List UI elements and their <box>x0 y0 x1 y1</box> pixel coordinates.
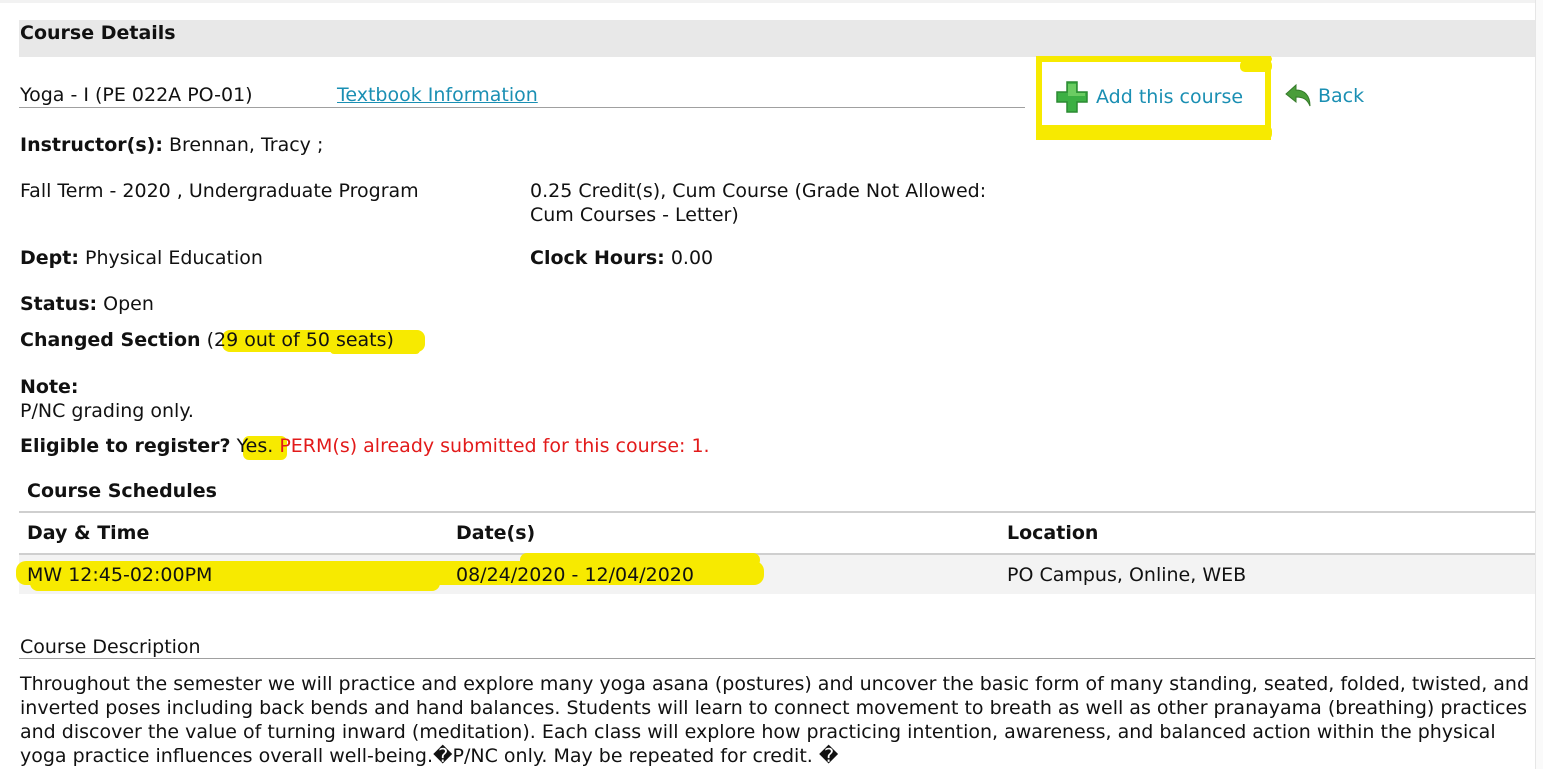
schedule-day-time: MW 12:45-02:00PM <box>27 564 213 586</box>
eligible-period: . <box>267 435 274 457</box>
dept-line: Dept: Physical Education <box>20 247 263 269</box>
paren-open: ( <box>206 329 214 351</box>
column-header-location: Location <box>1007 522 1099 544</box>
clock-hours-label: Clock Hours: <box>530 247 665 269</box>
instructor-value: Brennan, Tracy ; <box>168 134 324 156</box>
clock-hours-line: Clock Hours: 0.00 <box>530 247 713 269</box>
perm-warning: PERM(s) already submitted for this cours… <box>279 435 710 457</box>
changed-section-line: Changed Section (29 out of 50 seats) <box>20 329 394 351</box>
eligible-value: Yes <box>236 435 268 457</box>
column-header-day-time: Day & Time <box>27 522 150 544</box>
highlight-stroke-bottom <box>1036 125 1272 140</box>
status-label: Status: <box>20 293 98 315</box>
textbook-information-link[interactable]: Textbook Information <box>337 84 538 106</box>
back-label[interactable]: Back <box>1318 85 1364 107</box>
schedules-top-rule <box>19 511 1535 513</box>
eligible-line: Eligible to register? Yes. PERM(s) alrea… <box>20 435 710 457</box>
course-title: Yoga - I (PE 022A PO-01) <box>20 84 253 106</box>
column-header-dates: Date(s) <box>456 522 536 544</box>
note-label: Note: <box>20 376 79 398</box>
clock-hours-value: 0.00 <box>670 247 714 269</box>
schedules-title: Course Schedules <box>27 480 217 502</box>
course-details-header <box>19 20 1535 57</box>
changed-section-label: Changed Section <box>20 329 201 351</box>
add-course-button[interactable]: Add this course <box>1055 80 1243 114</box>
dept-label: Dept: <box>20 247 79 269</box>
instructor-label: Instructor(s): <box>20 134 163 156</box>
instructor-line: Instructor(s): Brennan, Tracy ; <box>20 134 323 156</box>
status-line: Status: Open <box>20 293 154 315</box>
credits-line-1: 0.25 Credit(s), Cum Course (Grade Not Al… <box>530 180 987 202</box>
plus-icon <box>1056 81 1088 113</box>
term-info: Fall Term - 2020 , Undergraduate Program <box>20 180 419 202</box>
description-rule <box>19 658 1535 659</box>
top-border <box>0 0 1543 3</box>
dept-value: Physical Education <box>85 247 263 269</box>
description-title: Course Description <box>20 636 201 658</box>
eligible-label: Eligible to register? <box>20 435 231 457</box>
add-course-label[interactable]: Add this course <box>1096 86 1243 108</box>
seats-count: 29 out of 50 seats) <box>214 329 394 351</box>
credits-line-2: Cum Courses - Letter) <box>530 204 739 226</box>
schedule-location: PO Campus, Online, WEB <box>1007 564 1247 586</box>
status-value: Open <box>103 293 154 315</box>
scrollbar-track[interactable] <box>1535 0 1543 769</box>
back-button[interactable]: Back <box>1284 81 1364 111</box>
description-text: Throughout the semester we will practice… <box>20 673 1530 767</box>
highlight-stroke-top <box>1036 56 1272 62</box>
page-title: Course Details <box>20 22 176 44</box>
note-value: P/NC grading only. <box>20 400 194 422</box>
back-arrow-icon <box>1285 83 1311 107</box>
title-underline <box>19 107 1025 108</box>
schedule-dates: 08/24/2020 - 12/04/2020 <box>456 564 694 586</box>
